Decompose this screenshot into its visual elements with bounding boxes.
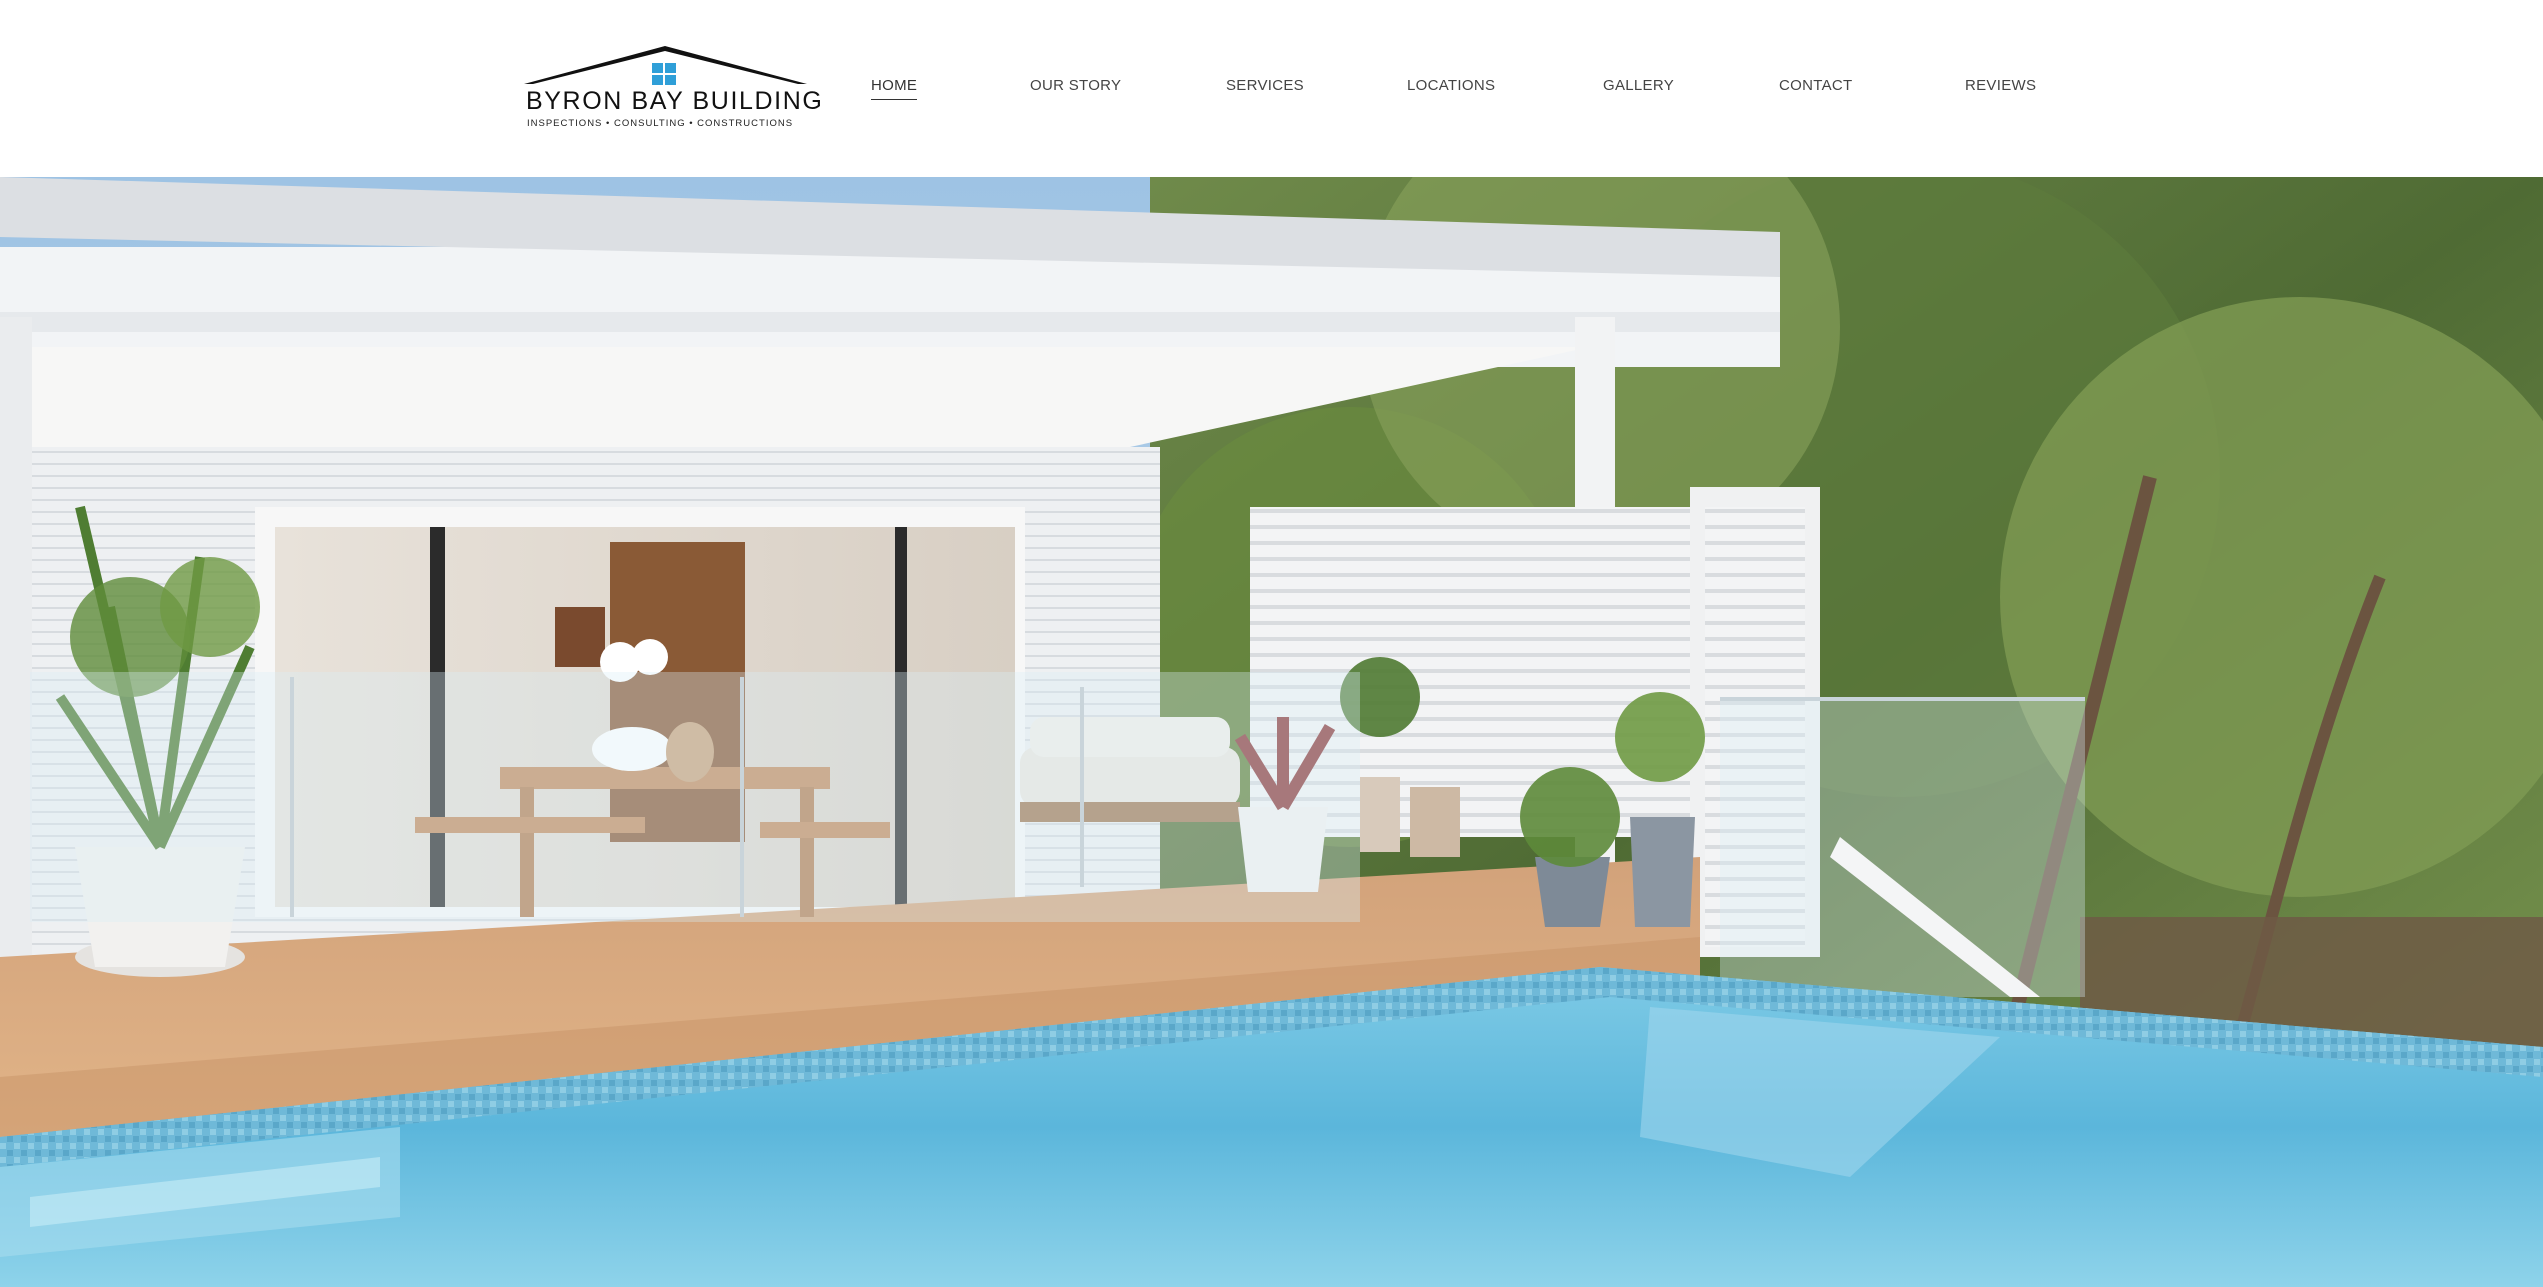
- brand-tagline: INSPECTIONS • CONSULTING • CONSTRUCTIONS: [527, 118, 794, 129]
- nav-contact[interactable]: CONTACT: [1779, 76, 1852, 96]
- nav-reviews[interactable]: REVIEWS: [1965, 76, 2036, 96]
- nav-locations[interactable]: LOCATIONS: [1407, 76, 1495, 96]
- site-header: BYRON BAY BUILDING INSPECTIONS • CONSULT…: [0, 0, 2543, 177]
- nav-our-story[interactable]: OUR STORY: [1030, 76, 1121, 96]
- nav-services[interactable]: SERVICES: [1226, 76, 1304, 96]
- nav-home[interactable]: HOME: [871, 76, 918, 100]
- hero-image: [0, 177, 2543, 1287]
- main-nav: HOME OUR STORY SERVICES LOCATIONS GALLER…: [0, 76, 2543, 104]
- hero-photo: [0, 177, 2543, 1287]
- nav-gallery[interactable]: GALLERY: [1603, 76, 1674, 96]
